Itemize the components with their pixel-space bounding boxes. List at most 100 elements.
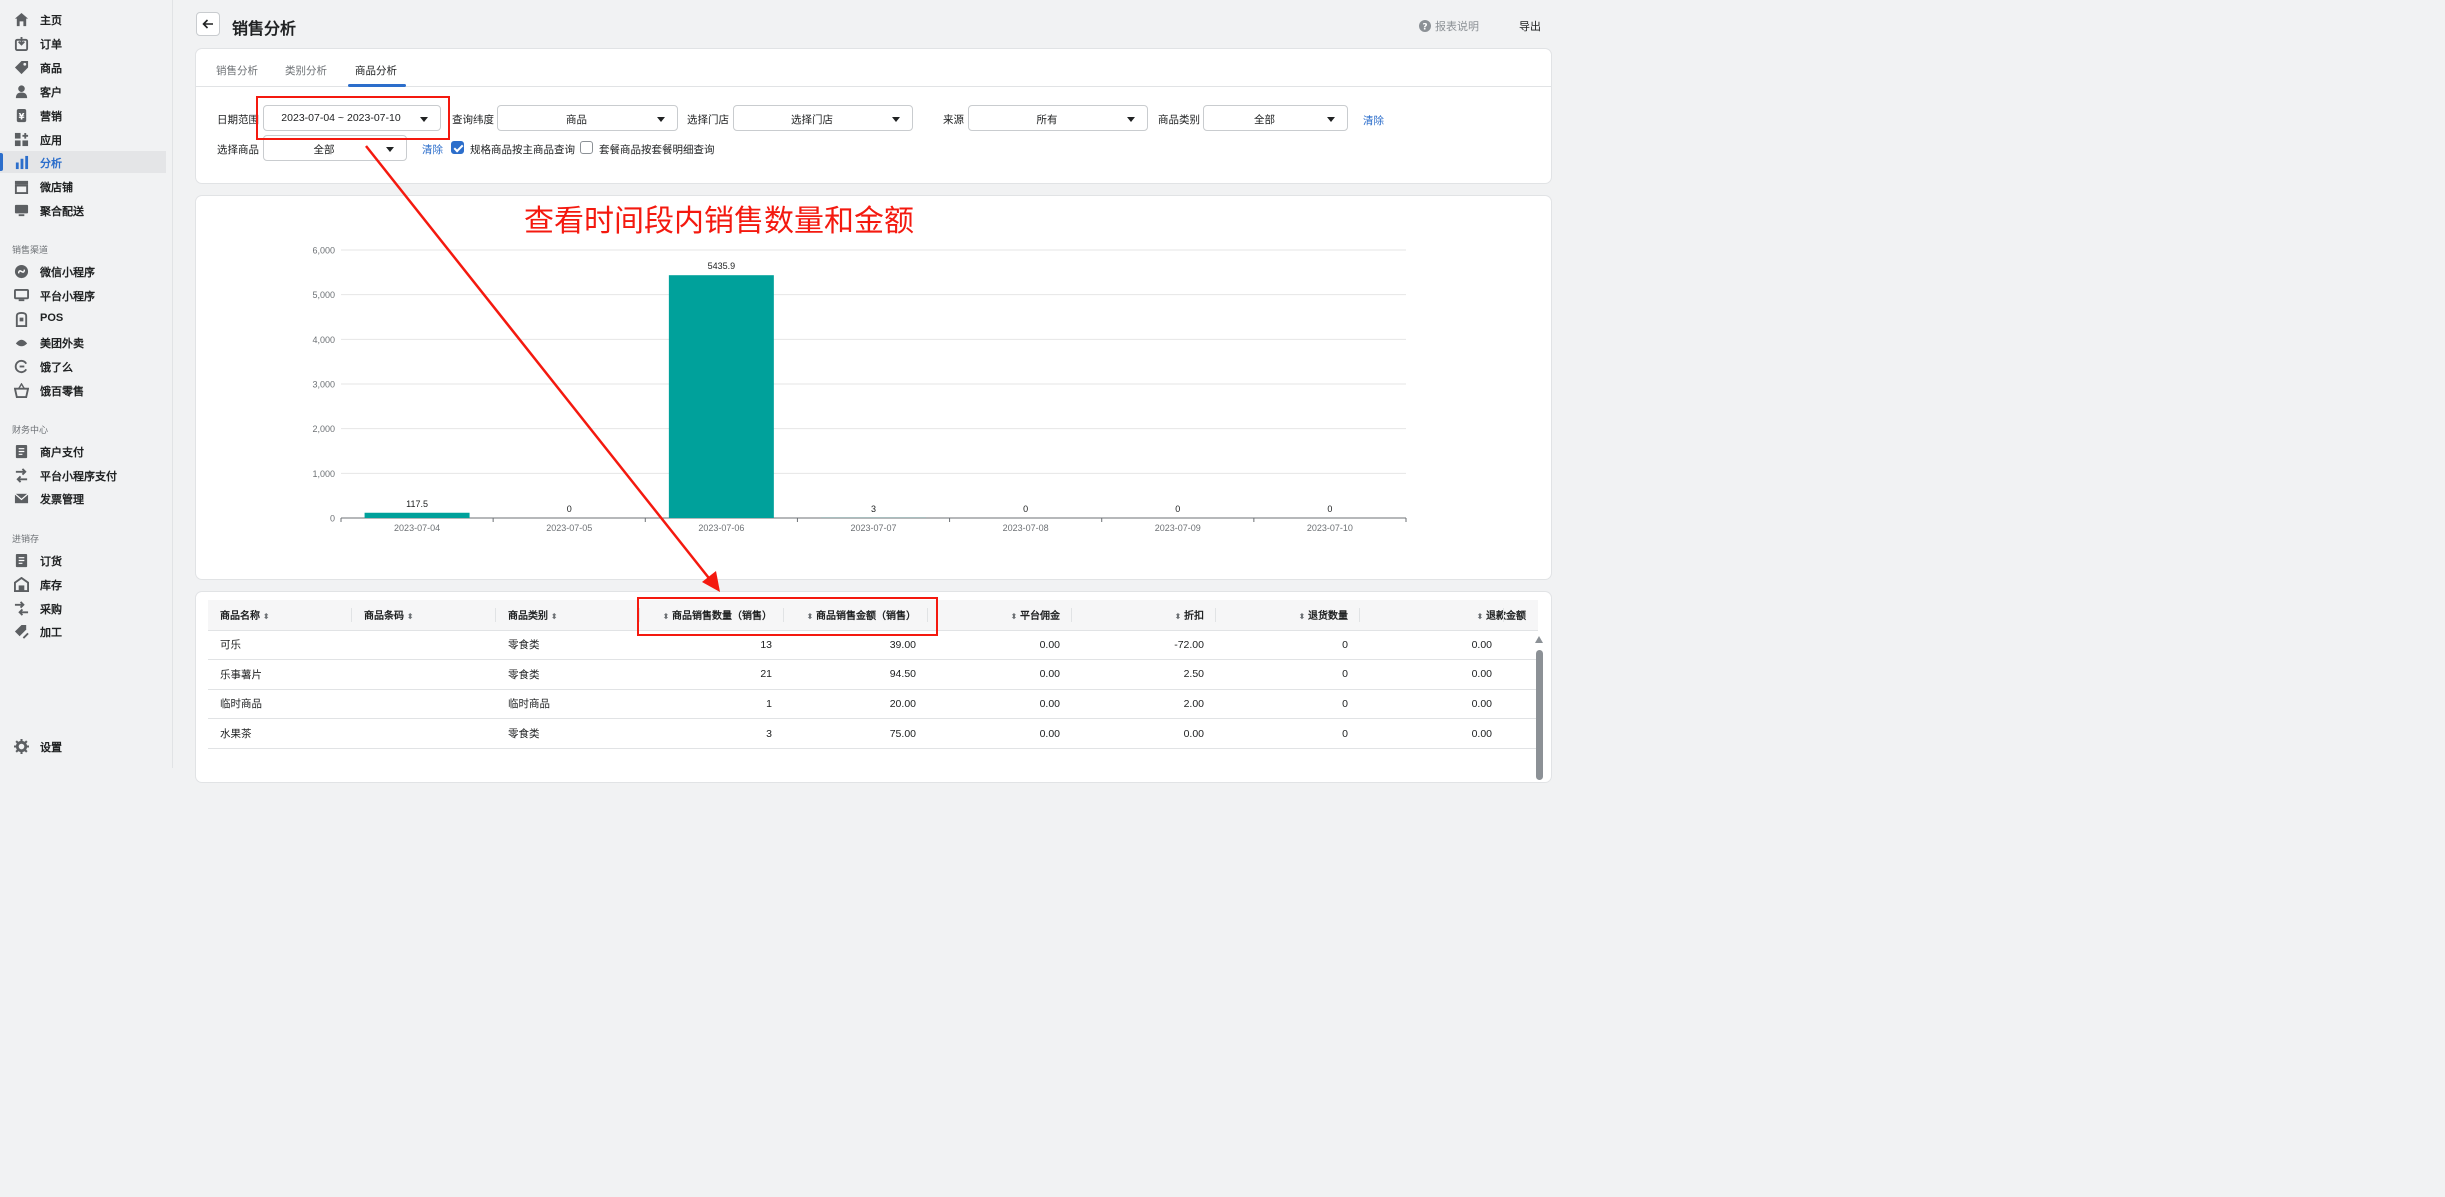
sidebar-item-settings[interactable]: 设置 — [0, 735, 166, 757]
x-tick-label: 2023-07-08 — [1003, 523, 1049, 533]
basket-icon — [14, 383, 29, 398]
sidebar-item-platform-payment[interactable]: 平台小程序支付 — [0, 464, 166, 486]
back-button[interactable] — [196, 12, 220, 36]
cell-refund-amount: 0.00 — [1360, 689, 1538, 720]
col-header-return-qty[interactable]: ⬍ 退货数量 — [1216, 600, 1360, 631]
store-select[interactable]: 选择门店 — [733, 105, 913, 131]
col-header-barcode[interactable]: 商品条码 ⬍ — [352, 600, 496, 631]
sidebar-item-delivery[interactable]: 聚合配送 — [0, 199, 166, 221]
sidebar-item-store[interactable]: 微店铺 — [0, 175, 166, 197]
sidebar-item-merchant-payment[interactable]: 商户支付 — [0, 440, 166, 462]
sidebar-item-label: 商户支付 — [40, 447, 84, 459]
sidebar-item-platform-miniprogram[interactable]: 平台小程序 — [0, 284, 166, 306]
store-label: 选择门店 — [687, 114, 729, 126]
sidebar-item-marketing[interactable]: ¥ 营销 — [0, 104, 166, 126]
cell-commission: 0.00 — [928, 689, 1072, 720]
col-header-category[interactable]: 商品类别 ⬍ — [496, 600, 640, 631]
dimension-label: 查询纬度 — [452, 114, 494, 126]
person-icon — [15, 85, 28, 99]
y-tick-label: 1,000 — [312, 469, 335, 479]
combo-detail-checkbox[interactable] — [580, 141, 593, 154]
table-row[interactable]: 乐事薯片 零食类 21 94.50 0.00 2.50 0 0.00 — [208, 659, 1538, 690]
sidebar-item-label: 美团外卖 — [40, 338, 84, 350]
sidebar-item-products[interactable]: 商品 — [0, 56, 166, 78]
store-value: 选择门店 — [791, 114, 833, 126]
sidebar-item-label: 饿百零售 — [40, 386, 84, 398]
date-range-label: 日期范围 — [217, 114, 259, 126]
sidebar-item-eleme[interactable]: 饿了么 — [0, 355, 166, 377]
sidebar-item-processing[interactable]: 加工 — [0, 620, 166, 642]
scroll-up-icon[interactable] — [1535, 636, 1543, 643]
question-icon: ? — [1419, 20, 1431, 32]
table-row[interactable]: 水果茶 零食类 3 75.00 0.00 0.00 0 0.00 — [208, 718, 1538, 749]
col-header-refund-amount[interactable]: ⬍ 退款金额 — [1360, 600, 1538, 631]
sidebar-item-label: 主页 — [40, 15, 62, 27]
export-button[interactable]: 导出 — [1519, 18, 1541, 34]
col-header-commission[interactable]: ⬍ 平台佣金 — [928, 600, 1072, 631]
home-icon — [14, 12, 29, 27]
document-icon — [15, 553, 28, 568]
sidebar-item-customers[interactable]: 客户 — [0, 80, 166, 102]
tab-bar: 销售分析 类别分析 商品分析 — [196, 49, 1551, 87]
arrow-left-icon — [202, 19, 213, 29]
sort-icon: ⬍ — [1010, 612, 1018, 622]
x-tick-label: 2023-07-06 — [698, 523, 744, 533]
tab-category-analysis[interactable]: 类别分析 — [285, 63, 327, 78]
sidebar-item-stock[interactable]: 库存 — [0, 573, 166, 595]
combo-detail-label: 套餐商品按套餐明细查询 — [599, 144, 715, 156]
source-select[interactable]: 所有 — [968, 105, 1148, 131]
sidebar-item-wechat-miniprogram[interactable]: 微信小程序 — [0, 260, 166, 282]
sidebar-item-label: 采购 — [40, 604, 62, 616]
table-scrollbar[interactable] — [1535, 636, 1543, 780]
cell-sales-amount: 94.50 — [784, 659, 928, 690]
sidebar-item-purchase[interactable]: 采购 — [0, 597, 166, 619]
spec-by-main-checkbox[interactable] — [451, 141, 464, 154]
sidebar-item-ordering[interactable]: 订货 — [0, 549, 166, 571]
scrollbar-thumb[interactable] — [1536, 650, 1543, 780]
cell-sales-qty: 1 — [640, 689, 784, 720]
sidebar-item-label: 客户 — [40, 87, 62, 99]
dimension-select[interactable]: 商品 — [497, 105, 678, 131]
cell-barcode — [352, 689, 496, 720]
eleme-icon — [14, 359, 27, 374]
bar-value-label: 3 — [871, 504, 876, 514]
clear-filters-link[interactable]: 清除 — [1363, 113, 1384, 128]
cell-sales-qty: 3 — [640, 718, 784, 749]
col-header-name[interactable]: 商品名称 ⬍ — [208, 600, 352, 631]
sidebar-item-orders[interactable]: 订单 — [0, 32, 166, 54]
sidebar-item-apps[interactable]: 应用 — [0, 128, 166, 150]
annotation-box-date-range — [256, 96, 450, 140]
sidebar-item-label: 平台小程序 — [40, 291, 95, 303]
sidebar-item-invoice[interactable]: 发票管理 — [0, 487, 166, 509]
sidebar-item-home[interactable]: 主页 — [0, 8, 166, 30]
caret-down-icon — [892, 117, 900, 122]
bar-value-label: 0 — [1175, 504, 1180, 514]
sidebar-item-label: 饿了么 — [40, 362, 73, 374]
sidebar-item-label: 发票管理 — [40, 494, 84, 506]
source-value: 所有 — [1036, 114, 1058, 126]
category-select[interactable]: 全部 — [1203, 105, 1348, 131]
sidebar-item-analytics[interactable]: 分析 — [0, 151, 166, 173]
page-header: 销售分析 ? 报表说明 导出 — [196, 12, 1551, 38]
tab-sales-analysis[interactable]: 销售分析 — [216, 63, 258, 78]
sidebar-item-pos[interactable]: POS — [0, 308, 166, 330]
dimension-value: 商品 — [566, 114, 587, 126]
y-tick-label: 4,000 — [312, 335, 335, 345]
sidebar-item-label: 营销 — [40, 111, 62, 123]
sidebar-item-meituan[interactable]: 美团外卖 — [0, 331, 166, 353]
table-row[interactable]: 临时商品 临时商品 1 20.00 0.00 2.00 0 0.00 — [208, 689, 1538, 720]
chart-bar — [364, 512, 470, 518]
cell-barcode — [352, 659, 496, 690]
sidebar-item-ebai[interactable]: 饿百零售 — [0, 379, 166, 401]
sidebar-item-label: 库存 — [40, 580, 62, 592]
report-help-link[interactable]: ? 报表说明 — [1419, 18, 1479, 34]
chart-bar — [668, 275, 774, 518]
section-title-inventory: 进销存 — [12, 534, 40, 544]
warehouse-icon — [14, 577, 29, 592]
invoice-icon — [14, 493, 29, 504]
x-tick-label: 2023-07-04 — [394, 523, 440, 533]
spec-by-main-label: 规格商品按主商品查询 — [470, 144, 575, 156]
tab-product-analysis[interactable]: 商品分析 — [355, 63, 397, 78]
clear-product-link[interactable]: 清除 — [422, 142, 443, 157]
col-header-discount[interactable]: ⬍ 折扣 — [1072, 600, 1216, 631]
